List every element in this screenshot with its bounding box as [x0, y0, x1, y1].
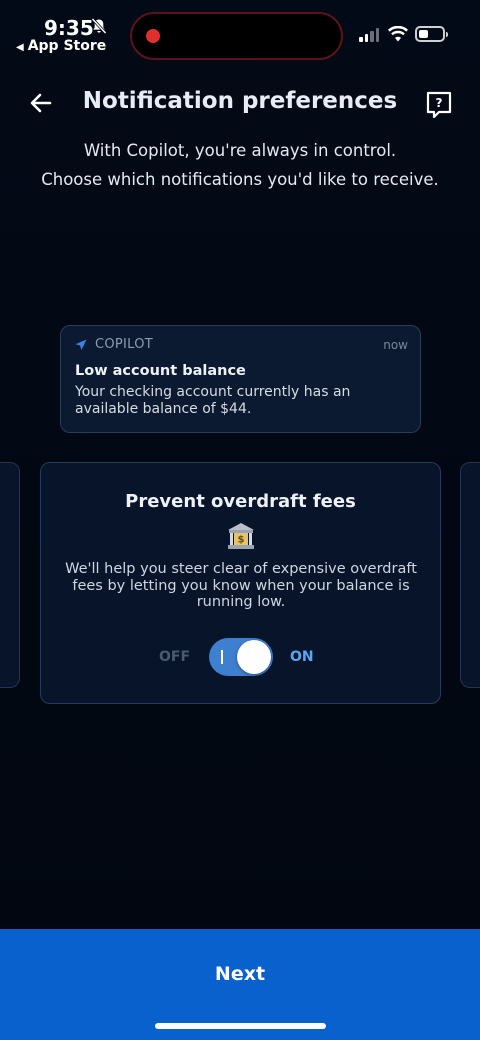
dynamic-island	[130, 12, 343, 60]
notification-body: Your checking account currently has an a…	[75, 384, 351, 417]
svg-text:?: ?	[436, 96, 443, 110]
next-button-label: Next	[214, 963, 266, 985]
location-arrow-icon	[75, 339, 87, 350]
notification-preview: COPILOT now Low account balance Your che…	[60, 325, 421, 433]
previous-card[interactable]	[0, 462, 20, 688]
home-indicator[interactable]	[155, 1023, 326, 1029]
toggle-on-indicator-icon	[221, 650, 223, 664]
screen: 9:35 ◀ App Store Notification preferences…	[0, 0, 480, 1040]
subtitle-line-1: With Copilot, you're always in control.	[83, 141, 397, 160]
subtitle-line-2: Choose which notifications you'd like to…	[41, 170, 439, 189]
back-triangle-icon: ◀	[16, 42, 24, 53]
next-card[interactable]	[460, 462, 480, 688]
subtitle: With Copilot, you're always in control. …	[0, 136, 480, 194]
toggle-knob	[237, 640, 271, 674]
notification-title: Low account balance	[75, 363, 246, 379]
notification-app-name: COPILOT	[95, 337, 154, 352]
wifi-icon	[388, 26, 408, 42]
toggle-off-label: OFF	[159, 649, 191, 665]
back-app-label: App Store	[27, 38, 107, 54]
svg-text:$: $	[238, 535, 245, 546]
recording-dot-icon	[146, 29, 160, 43]
signal-icon	[359, 28, 379, 42]
battery-icon	[415, 26, 448, 42]
bell-slash-icon	[91, 17, 107, 35]
status-time: 9:35	[44, 16, 94, 40]
question-bubble-icon[interactable]: ?	[425, 90, 453, 122]
card-title: Prevent overdraft fees	[125, 491, 356, 512]
notification-time: now	[383, 338, 408, 352]
notification-app: COPILOT	[75, 337, 153, 352]
toggle-on-label: ON	[290, 649, 314, 665]
card-description: We'll help you steer clear of expensive …	[65, 561, 417, 610]
bank-icon: $	[228, 523, 254, 549]
page-title: Notification preferences	[82, 88, 398, 114]
overdraft-toggle[interactable]	[209, 638, 273, 676]
preference-card: Prevent overdraft fees $ We'll help you …	[40, 462, 441, 704]
back-to-app-store[interactable]: ◀ App Store	[16, 38, 106, 54]
